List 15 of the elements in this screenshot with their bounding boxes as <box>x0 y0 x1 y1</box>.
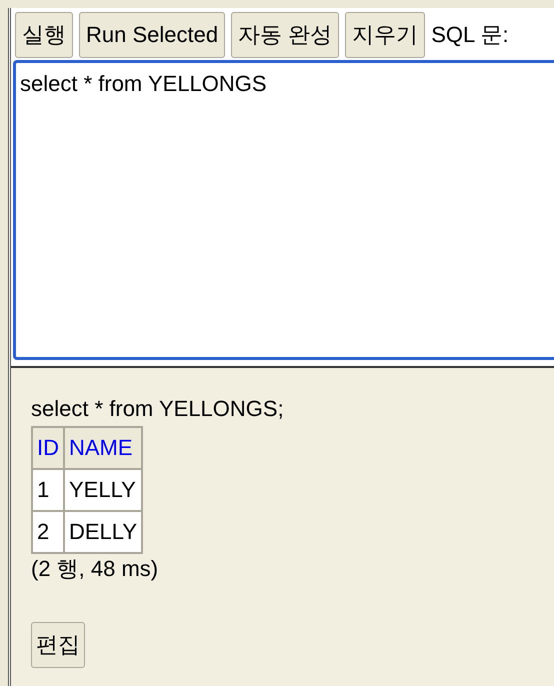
column-header: ID <box>32 427 64 469</box>
table-cell: DELLY <box>64 511 142 553</box>
toolbar-button[interactable]: Run Selected <box>79 12 226 58</box>
toolbar-button[interactable]: 지우기 <box>345 12 426 58</box>
sql-label: SQL 문: <box>431 21 509 49</box>
sql-input-field[interactable]: select * from YELLONGS <box>13 60 554 360</box>
column-header: NAME <box>64 427 142 469</box>
table-cell: 1 <box>32 469 64 511</box>
toolbar-button[interactable]: 실행 <box>15 12 73 58</box>
edit-button[interactable]: 편집 <box>31 622 85 668</box>
table-cell: 2 <box>32 511 64 553</box>
executed-statement: select * from YELLONGS; <box>31 396 284 422</box>
result-summary: (2 행, 48 ms) <box>31 555 158 583</box>
table-cell: YELLY <box>64 469 142 511</box>
toolbar-button[interactable]: 자동 완성 <box>231 12 340 58</box>
